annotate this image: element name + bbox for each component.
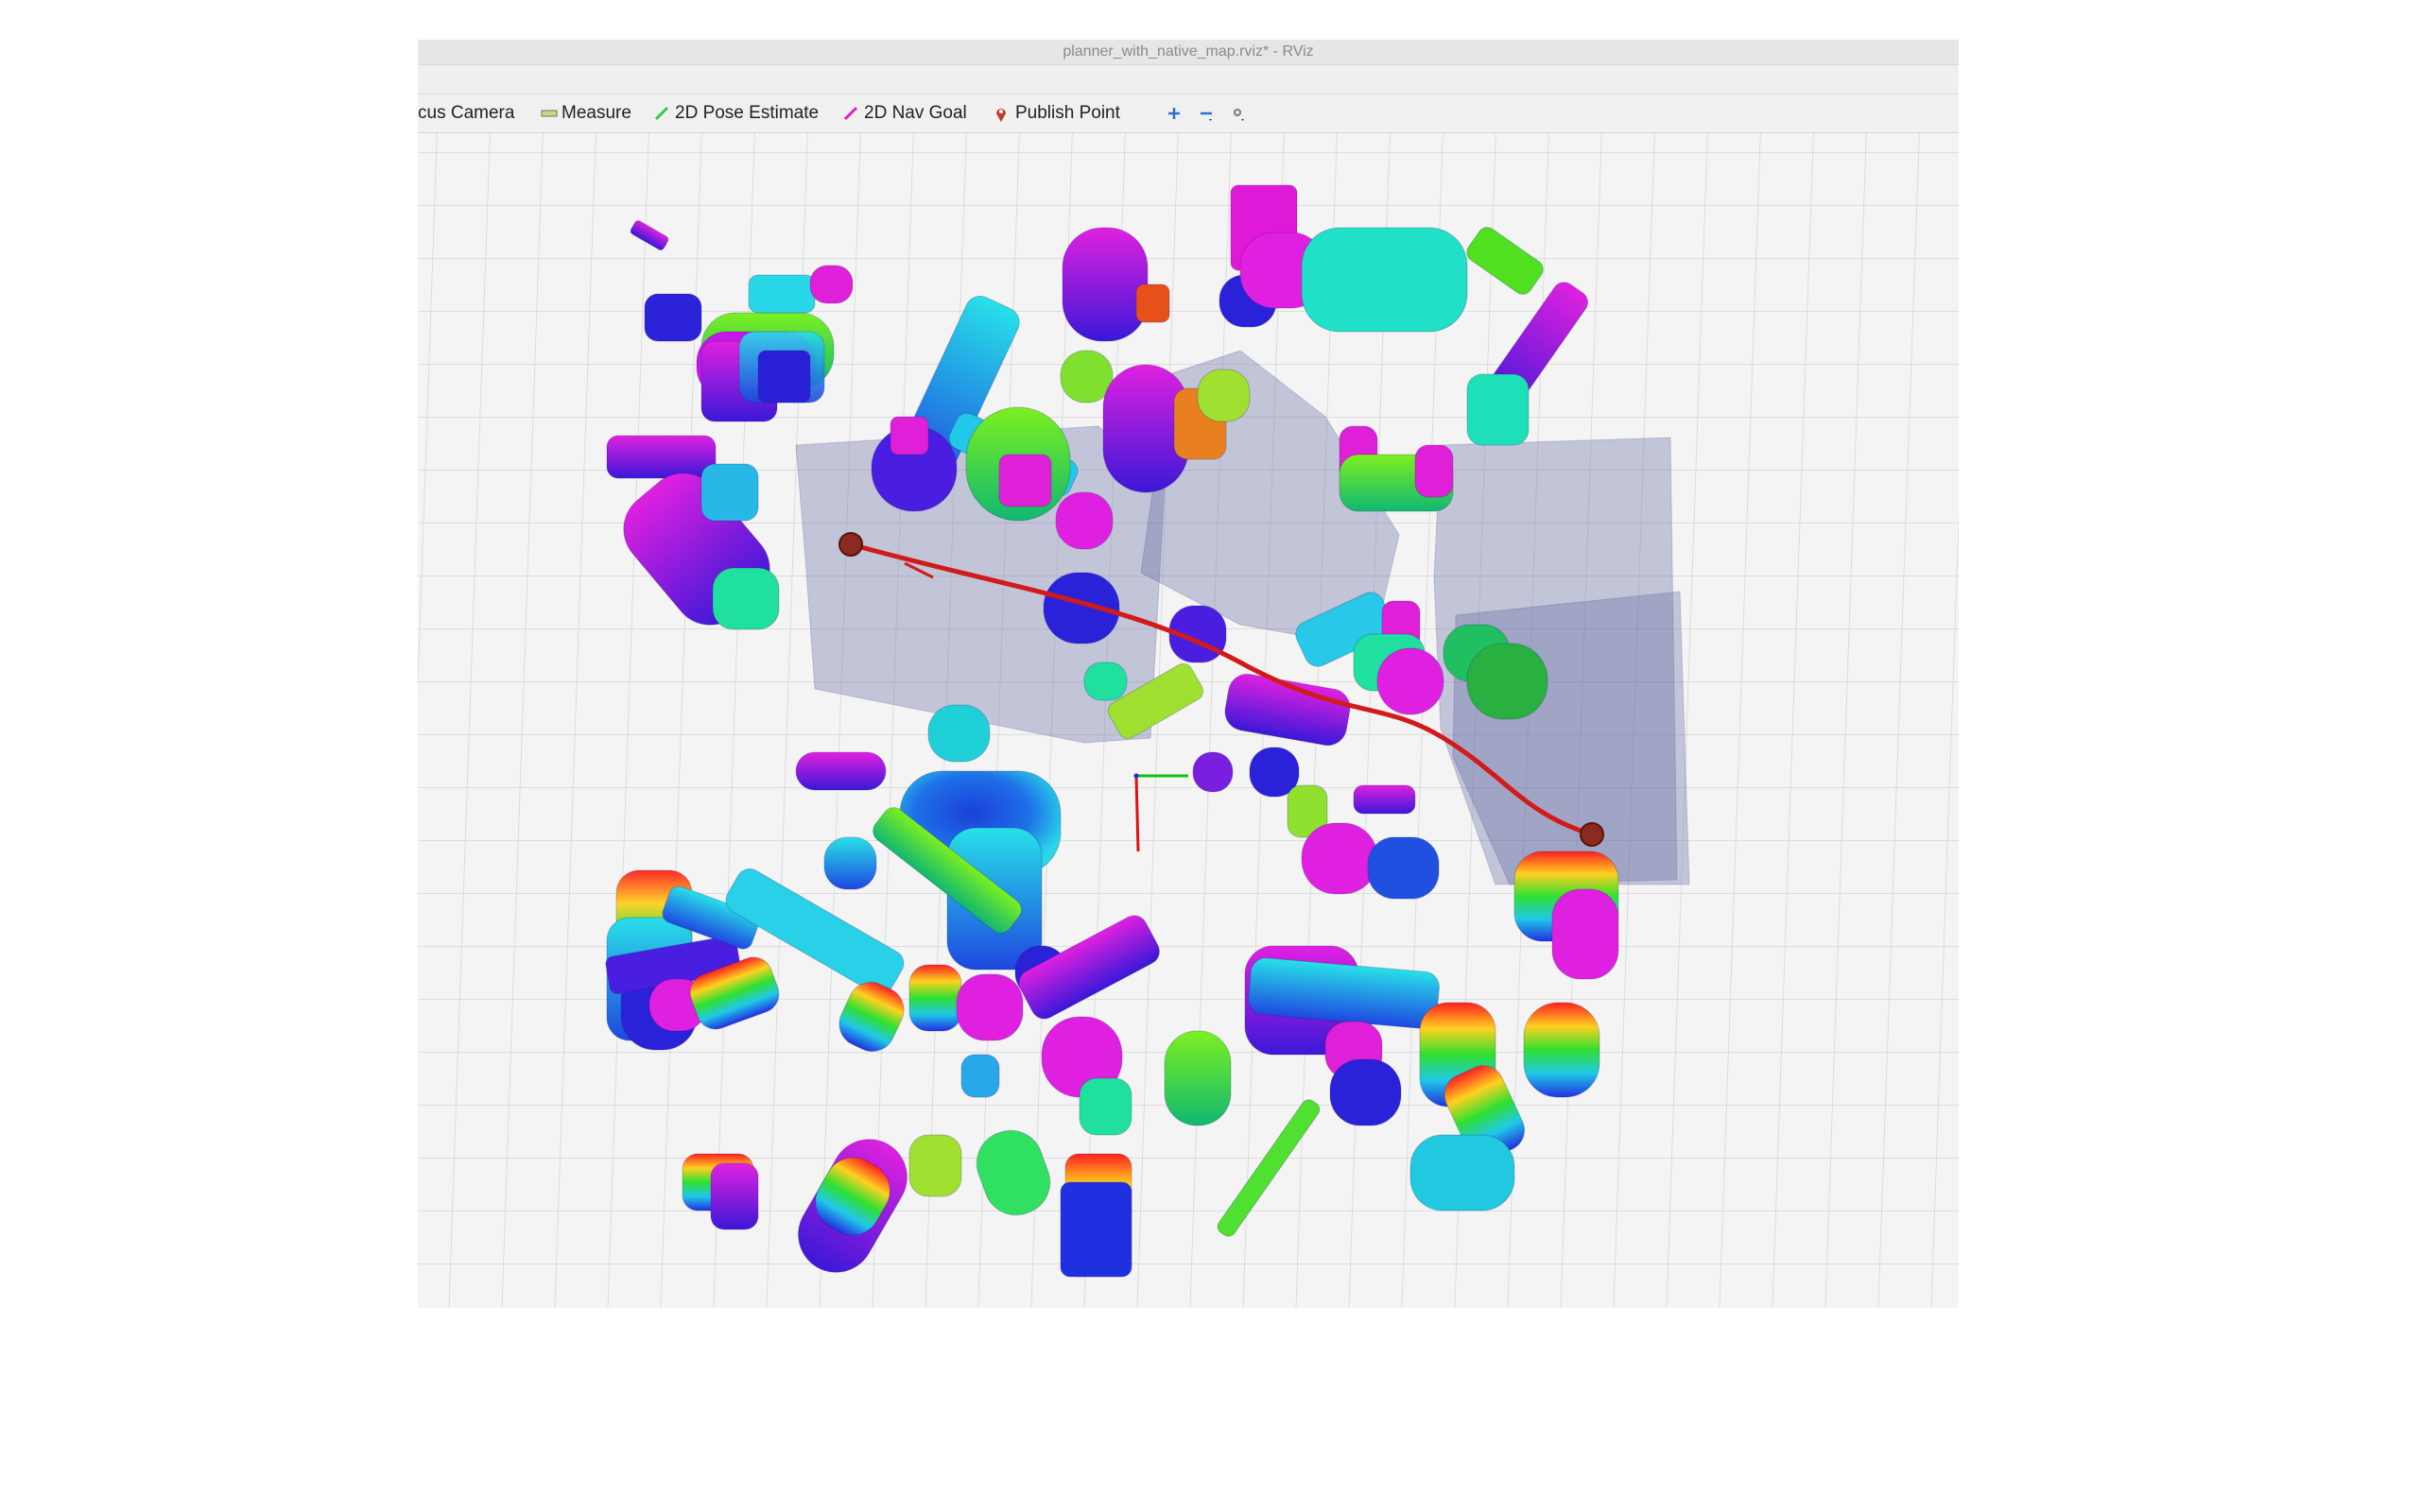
remove-tool-icon[interactable]	[1197, 104, 1216, 123]
menu-bar	[418, 65, 1959, 94]
scene-render	[418, 133, 1959, 1308]
measure-label: Measure	[562, 103, 631, 123]
publish-point-tool[interactable]: Publish Point	[994, 94, 1120, 132]
add-tool-icon[interactable]	[1165, 104, 1184, 123]
publish-point-pin-icon	[994, 106, 1010, 122]
measure-tool[interactable]: Measure	[541, 94, 631, 132]
pose-estimate-arrow-icon	[654, 106, 669, 121]
nav-goal-label: 2D Nav Goal	[864, 103, 967, 123]
goal-waypoint	[1580, 822, 1604, 847]
window-titlebar: planner_with_native_map.rviz* - RViz	[418, 40, 1959, 65]
pose-estimate-label: 2D Pose Estimate	[675, 103, 820, 123]
rviz-window: planner_with_native_map.rviz* - RViz cus…	[418, 40, 1959, 1308]
tools-toolbar: cus Camera Measure 2D Pose Estimate 2D N…	[418, 94, 1959, 133]
camera-type-icon[interactable]	[1229, 104, 1248, 123]
3d-render-viewport[interactable]	[418, 133, 1959, 1308]
focus-camera-label: cus Camera	[418, 103, 515, 123]
publish-point-label: Publish Point	[1015, 103, 1120, 123]
window-title: planner_with_native_map.rviz* - RViz	[1063, 43, 1314, 60]
focus-camera-tool[interactable]: cus Camera	[418, 94, 514, 132]
measure-icon	[541, 106, 558, 121]
start-waypoint	[838, 532, 863, 557]
nav-goal-arrow-icon	[843, 106, 858, 121]
pose-estimate-tool[interactable]: 2D Pose Estimate	[654, 94, 819, 132]
nav-goal-tool[interactable]: 2D Nav Goal	[843, 94, 967, 132]
